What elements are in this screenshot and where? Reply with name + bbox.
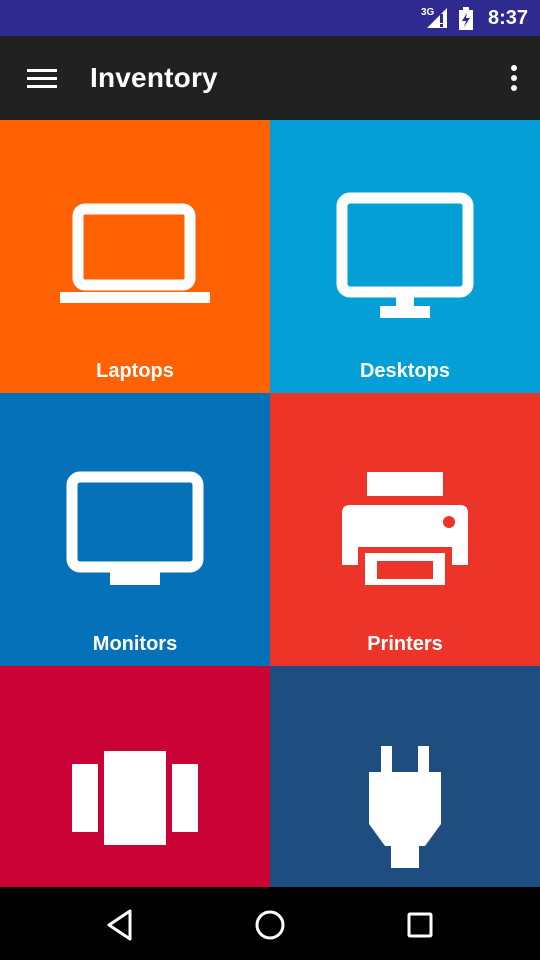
tile-carousel[interactable] (0, 666, 270, 887)
tile-label-laptops: Laptops (96, 360, 174, 382)
tile-label-printers: Printers (367, 633, 443, 655)
monitor-icon (66, 471, 204, 585)
signal-icon: 3G (421, 6, 451, 35)
navigation-bar (0, 887, 540, 960)
laptop-icon (60, 203, 210, 303)
plug-icon (369, 746, 441, 868)
back-icon[interactable] (100, 905, 140, 945)
carousel-icon (72, 751, 198, 845)
network-type-label: 3G (421, 7, 435, 18)
battery-icon (458, 7, 474, 36)
app-bar: Inventory (0, 36, 540, 120)
tile-label-monitors: Monitors (92, 633, 178, 655)
overflow-menu-icon[interactable] (502, 58, 526, 98)
status-bar: 3G 8:37 (0, 0, 540, 36)
tile-plug[interactable] (270, 666, 540, 887)
tile-desktops[interactable]: Desktops (270, 120, 540, 393)
tile-printers[interactable]: Printers (270, 393, 540, 666)
category-grid: Laptops Desktops Monitors Printers (0, 120, 540, 887)
recents-icon[interactable] (400, 905, 440, 945)
page-title: Inventory (90, 62, 218, 93)
desktop-icon (336, 192, 474, 318)
home-icon[interactable] (250, 905, 290, 945)
tile-monitors[interactable]: Monitors (0, 393, 270, 666)
tile-laptops[interactable]: Laptops (0, 120, 270, 393)
status-time: 8:37 (487, 7, 528, 29)
printer-icon (342, 472, 468, 585)
menu-icon[interactable] (18, 58, 66, 98)
tile-label-desktops: Desktops (359, 360, 451, 382)
